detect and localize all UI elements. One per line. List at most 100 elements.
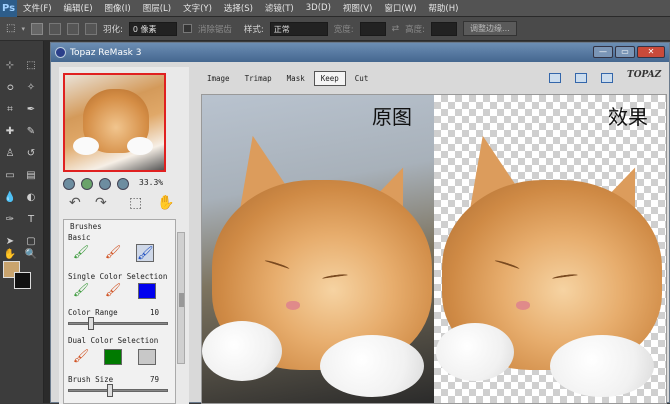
new-selection-icon[interactable] bbox=[30, 22, 43, 35]
width-label: 宽度: bbox=[333, 24, 354, 35]
menu-3d[interactable]: 3D(D) bbox=[300, 3, 337, 13]
tab-keep[interactable]: Keep bbox=[313, 71, 346, 86]
preview-paw bbox=[127, 137, 153, 155]
dodge-tool-icon[interactable]: ◐ bbox=[24, 191, 38, 205]
menu-image[interactable]: 图像(I) bbox=[99, 2, 137, 14]
gradient-icon[interactable]: ▤ bbox=[24, 169, 38, 183]
intersect-selection-icon[interactable] bbox=[84, 22, 97, 35]
background-color-swatch[interactable] bbox=[14, 272, 31, 289]
subtract-selection-icon[interactable] bbox=[66, 22, 79, 35]
type-tool-icon[interactable]: T bbox=[24, 213, 38, 227]
window-title: Topaz ReMask 3 bbox=[70, 47, 142, 58]
add-selection-icon[interactable] bbox=[48, 22, 61, 35]
topaz-remask-window: Topaz ReMask 3 — ▭ ✕ 33.3% ↶ ↷ ⬚ ✋ Brush… bbox=[50, 42, 670, 404]
width-input[interactable] bbox=[359, 21, 386, 36]
menu-type[interactable]: 文字(Y) bbox=[177, 2, 218, 14]
swap-icon[interactable]: ⇄ bbox=[392, 24, 400, 34]
original-image-half: 原图 bbox=[202, 95, 434, 403]
window-titlebar[interactable]: Topaz ReMask 3 — ▭ ✕ bbox=[51, 43, 669, 62]
path-select-icon[interactable]: ➤ bbox=[3, 235, 17, 249]
menu-view[interactable]: 视图(V) bbox=[337, 2, 378, 14]
tab-trimap[interactable]: Trimap bbox=[239, 72, 278, 85]
minimize-button[interactable]: — bbox=[593, 46, 613, 58]
style-select[interactable]: 正常 bbox=[269, 21, 328, 36]
menu-filter[interactable]: 滤镜(T) bbox=[259, 2, 300, 14]
zoom-tool-icon[interactable]: 🔍 bbox=[24, 248, 38, 262]
menu-window[interactable]: 窗口(W) bbox=[378, 2, 422, 14]
zoom-level: 33.3% bbox=[139, 178, 164, 187]
brush-tool-icon[interactable]: ✎ bbox=[24, 125, 38, 139]
feather-input[interactable]: 0 像素 bbox=[128, 21, 177, 36]
dual-color-swatch-2[interactable] bbox=[138, 349, 156, 365]
dual-color-swatch-1[interactable] bbox=[104, 349, 122, 365]
healing-brush-icon[interactable]: ✚ bbox=[3, 125, 17, 139]
tab-mask[interactable]: Mask bbox=[281, 72, 311, 85]
blur-tool-icon[interactable]: 💧 bbox=[3, 191, 17, 205]
tab-image[interactable]: Image bbox=[201, 72, 236, 85]
zoom-fit-icon[interactable] bbox=[81, 178, 93, 190]
result-image-half: 效果 bbox=[434, 95, 666, 403]
cat-paw bbox=[436, 323, 514, 381]
color-range-slider-knob[interactable] bbox=[88, 317, 95, 330]
selection-rect-icon[interactable]: ⬚ bbox=[129, 195, 142, 211]
menu-select[interactable]: 选择(S) bbox=[218, 2, 259, 14]
split-view-icon[interactable] bbox=[575, 73, 587, 83]
dual-color-heading: Dual Color Selection bbox=[68, 336, 159, 345]
cut-brush-icon[interactable]: 🖌 bbox=[104, 244, 122, 262]
cat-paw bbox=[550, 335, 654, 397]
undo-icon[interactable]: ↶ bbox=[69, 195, 81, 211]
menu-help[interactable]: 帮助(H) bbox=[422, 2, 464, 14]
redo-icon[interactable]: ↷ bbox=[95, 195, 107, 211]
tab-cut[interactable]: Cut bbox=[349, 72, 375, 85]
pen-tool-icon[interactable]: ✑ bbox=[3, 213, 17, 227]
close-button[interactable]: ✕ bbox=[637, 46, 665, 58]
chevron-down-icon[interactable]: ▾ bbox=[21, 25, 25, 33]
height-input[interactable] bbox=[431, 21, 458, 36]
eyedropper-icon[interactable]: ✒ bbox=[24, 103, 38, 117]
cat-nose bbox=[286, 301, 300, 310]
menu-edit[interactable]: 编辑(E) bbox=[58, 2, 99, 14]
shape-tool-icon[interactable]: ▢ bbox=[24, 235, 38, 249]
single-view-icon[interactable] bbox=[549, 73, 561, 83]
hand-pan-icon[interactable]: ✋ bbox=[157, 195, 174, 211]
maximize-button[interactable]: ▭ bbox=[615, 46, 635, 58]
antialias-checkbox[interactable] bbox=[182, 24, 192, 33]
scrollbar-thumb[interactable] bbox=[179, 293, 184, 307]
single-keep-brush-icon[interactable]: 🖌 bbox=[72, 282, 90, 300]
zoom-out-icon[interactable] bbox=[63, 178, 75, 190]
single-color-swatch[interactable] bbox=[138, 283, 156, 299]
dual-brush-icon[interactable]: 🖌 bbox=[72, 348, 90, 366]
history-brush-icon[interactable]: ↺ bbox=[24, 147, 38, 161]
toolbox: ⊹ ⬚ ഠ ✧ ⌗ ✒ ✚ ✎ ♙ ↺ ▭ ▤ 💧 ◐ ✑ T ➤ ▢ ✋ 🔍 bbox=[0, 41, 44, 403]
marquee-tool-icon[interactable]: ⬚ bbox=[6, 23, 15, 34]
hand-tool-icon[interactable]: ✋ bbox=[3, 248, 17, 262]
zoom-in-icon[interactable] bbox=[117, 178, 129, 190]
feather-label: 羽化: bbox=[102, 24, 123, 35]
single-cut-brush-icon[interactable]: 🖌 bbox=[104, 282, 122, 300]
zoom-actual-icon[interactable] bbox=[99, 178, 111, 190]
menu-layer[interactable]: 图层(L) bbox=[137, 2, 177, 14]
refine-edge-button[interactable]: 调整边缘... bbox=[463, 21, 517, 36]
image-canvas[interactable]: 原图 效果 bbox=[201, 94, 667, 404]
magic-wand-icon[interactable]: ✧ bbox=[24, 81, 38, 95]
compute-brush-icon[interactable]: 🖌 bbox=[136, 244, 154, 262]
eraser-icon[interactable]: ▭ bbox=[3, 169, 17, 183]
brush-size-slider-knob[interactable] bbox=[106, 384, 113, 397]
brushes-scrollbar[interactable] bbox=[177, 232, 185, 364]
single-color-heading: Single Color Selection bbox=[68, 272, 168, 281]
keep-brush-icon[interactable]: 🖌 bbox=[72, 244, 90, 262]
brush-size-slider[interactable] bbox=[68, 384, 168, 397]
menubar: Ps 文件(F) 编辑(E) 图像(I) 图层(L) 文字(Y) 选择(S) 滤… bbox=[0, 0, 670, 17]
clone-stamp-icon[interactable]: ♙ bbox=[3, 147, 17, 161]
marquee-tool-icon[interactable]: ⬚ bbox=[24, 59, 38, 73]
menu-file[interactable]: 文件(F) bbox=[17, 2, 58, 14]
move-tool-icon[interactable]: ⊹ bbox=[3, 59, 17, 73]
cat-paw bbox=[202, 321, 282, 381]
cat-nose bbox=[516, 301, 530, 310]
crop-tool-icon[interactable]: ⌗ bbox=[3, 103, 17, 117]
lasso-tool-icon[interactable]: ഠ bbox=[3, 81, 17, 95]
navigator-preview[interactable] bbox=[63, 73, 166, 172]
dual-view-icon[interactable] bbox=[601, 73, 613, 83]
color-range-slider[interactable] bbox=[68, 317, 168, 330]
original-label: 原图 bbox=[372, 105, 412, 129]
